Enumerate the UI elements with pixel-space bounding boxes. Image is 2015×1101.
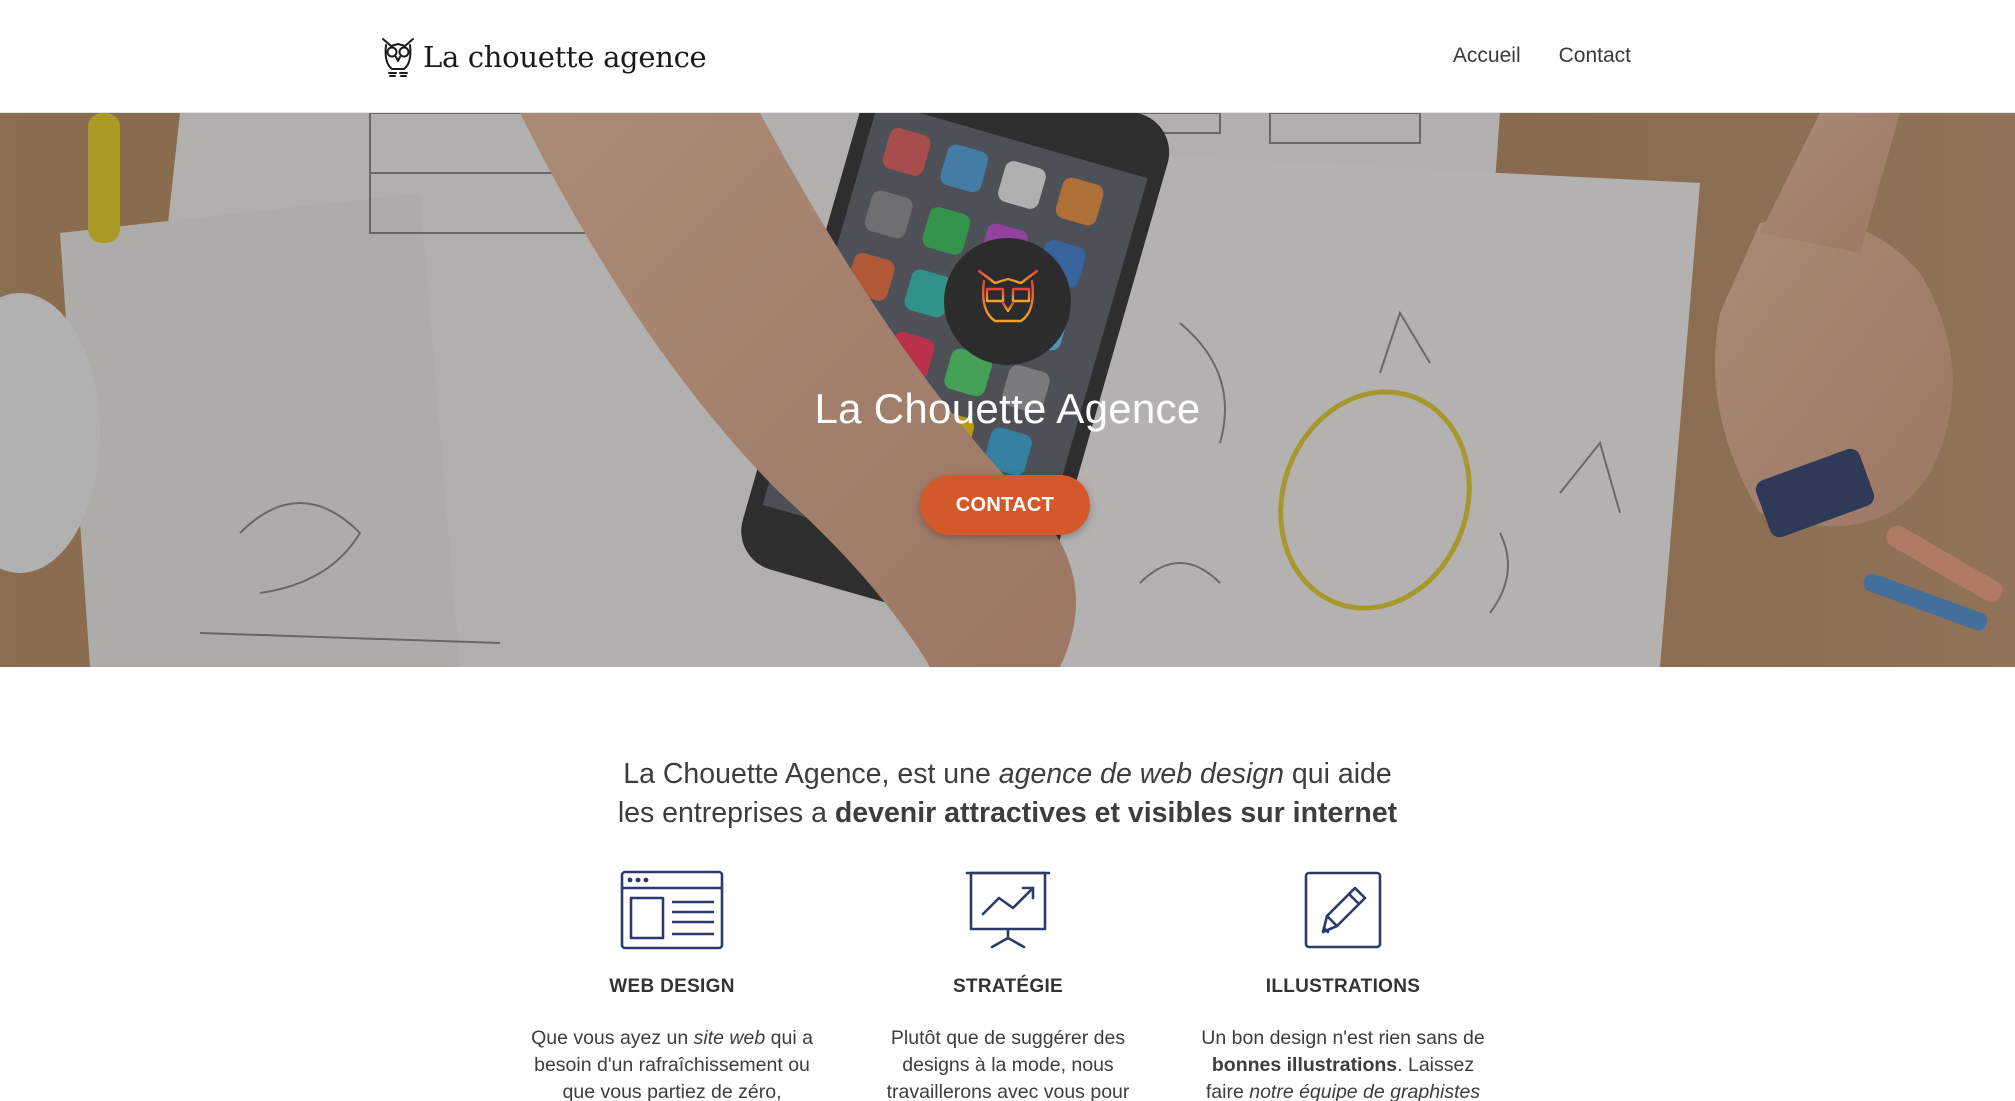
intro-line-2: les entreprises a devenir attractives et…: [0, 794, 2015, 833]
contact-button[interactable]: CONTACT: [920, 475, 1090, 535]
hero-logo-badge: [944, 238, 1071, 365]
intro-text-part: qui aide: [1284, 758, 1392, 790]
service-text: Un bon design n'est rien sans de: [1201, 1027, 1485, 1049]
webpage-layout-icon: [620, 870, 724, 950]
presentation-chart-icon: [965, 871, 1051, 949]
intro-text-part: les entreprises a: [617, 797, 835, 829]
service-description: Plutôt que de suggérer des designs à la …: [886, 1027, 1130, 1101]
service-illustrations: ILLUSTRATIONS Un bon design n'est rien s…: [1193, 870, 1493, 1101]
service-title: ILLUSTRATIONS: [1265, 976, 1421, 997]
logo-text: La chouette agence: [423, 40, 707, 74]
service-strategie: STRATÉGIE Plutôt que de suggérer des des…: [858, 870, 1158, 1101]
service-description: Un bon design n'est rien sans de bonnes …: [1193, 1025, 1493, 1101]
site-header: La chouette agence Accueil Contact: [0, 0, 2015, 113]
service-strong: bonnes illustrations: [1211, 1054, 1398, 1076]
intro-text: La Chouette Agence, est une agence de we…: [0, 755, 2015, 833]
service-description: Que vous ayez un site web qui a besoin d…: [522, 1025, 822, 1101]
owl-icon: [977, 269, 1038, 334]
main-nav: Accueil Contact: [1453, 44, 1631, 68]
service-emphasis: notre équipe de graphistes: [1249, 1081, 1481, 1101]
service-web-design: WEB DESIGN Que vous ayez un site web qui…: [522, 870, 822, 1101]
nav-link-accueil[interactable]: Accueil: [1453, 44, 1521, 68]
service-emphasis: site web: [693, 1027, 766, 1049]
service-title: WEB DESIGN: [609, 976, 735, 997]
pencil-square-icon: [1304, 871, 1382, 949]
service-text: Que vous ayez un: [531, 1027, 694, 1049]
intro-text-part: La Chouette Agence, est une: [623, 758, 999, 790]
intro-emphasis: agence de web design: [998, 758, 1284, 790]
service-title: STRATÉGIE: [952, 976, 1064, 997]
hero-title: La Chouette Agence: [814, 385, 1201, 432]
logo-link[interactable]: La chouette agence: [379, 34, 707, 80]
nav-link-contact[interactable]: Contact: [1559, 44, 1631, 68]
intro-strong: devenir attractives et visibles sur inte…: [834, 797, 1398, 829]
intro-line-1: La Chouette Agence, est une agence de we…: [0, 755, 2015, 794]
owl-icon: [382, 38, 414, 77]
hero-banner: La Chouette Agence CONTACT: [0, 113, 2015, 667]
